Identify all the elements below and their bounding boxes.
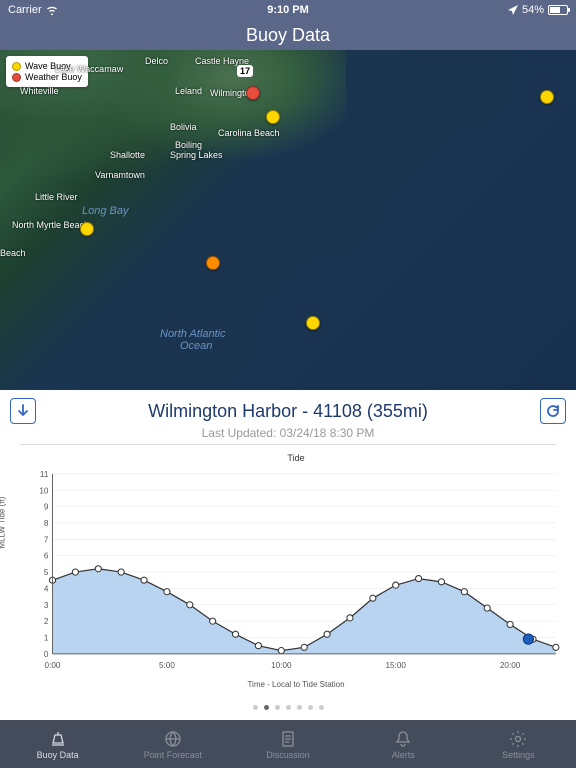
- city-boiling: Boiling: [175, 140, 202, 150]
- svg-text:0: 0: [44, 650, 49, 659]
- ocean-label-longbay: Long Bay: [82, 205, 128, 217]
- tab-label: Settings: [502, 750, 535, 760]
- nav-bar: Buoy Data: [0, 20, 576, 50]
- svg-text:9: 9: [44, 503, 49, 512]
- page-dot[interactable]: [297, 705, 302, 710]
- city-bolivia: Bolivia: [170, 122, 197, 132]
- svg-text:10:00: 10:00: [271, 661, 292, 670]
- page-dot[interactable]: [264, 705, 269, 710]
- tab-discussion[interactable]: Discussion: [230, 720, 345, 768]
- location-icon: [508, 5, 518, 15]
- tab-label: Buoy Data: [37, 750, 79, 760]
- city-carolina: Carolina Beach: [218, 128, 280, 138]
- page-dot[interactable]: [253, 705, 258, 710]
- page-dot[interactable]: [275, 705, 280, 710]
- tab-buoy-data[interactable]: Buoy Data: [0, 720, 115, 768]
- page-dot[interactable]: [286, 705, 291, 710]
- highway-17: 17: [237, 65, 253, 77]
- pagination-dots[interactable]: [0, 699, 576, 714]
- svg-text:15:00: 15:00: [385, 661, 406, 670]
- tide-chart[interactable]: Tide MLLW Tide (ft) 0 1 2 3 4 5 6 7 8 9 10 11 0:00 5:…: [0, 449, 576, 699]
- buoy-icon: [49, 730, 67, 748]
- buoy-wave-2[interactable]: [540, 90, 554, 104]
- svg-text:0:00: 0:00: [45, 661, 61, 670]
- map[interactable]: Wave Buoy Weather Buoy Long Bay North At…: [0, 50, 576, 390]
- bell-icon: [394, 730, 412, 748]
- chart-ylabel: MLLW Tide (ft): [0, 497, 7, 549]
- tab-alerts[interactable]: Alerts: [346, 720, 461, 768]
- station-title: Wilmington Harbor - 41108 (355mi): [148, 401, 428, 422]
- document-icon: [279, 730, 297, 748]
- tab-point-forecast[interactable]: Point Forecast: [115, 720, 230, 768]
- city-littleriver: Little River: [35, 192, 78, 202]
- last-updated: Last Updated: 03/24/18 8:30 PM: [20, 426, 556, 445]
- svg-text:11: 11: [40, 470, 49, 479]
- chart-xlabel: Time - Local to Tide Station: [30, 680, 562, 689]
- svg-text:6: 6: [44, 552, 49, 561]
- city-leland: Leland: [175, 86, 202, 96]
- buoy-wave-1[interactable]: [266, 110, 280, 124]
- tab-bar: Buoy Data Point Forecast Discussion Aler…: [0, 720, 576, 768]
- city-myrtle: North Myrtle Beach: [12, 220, 89, 230]
- clock: 9:10 PM: [267, 4, 309, 16]
- chart-title: Tide: [30, 453, 562, 463]
- buoy-weather-1[interactable]: [246, 86, 260, 100]
- buoy-wave-4[interactable]: [206, 256, 220, 270]
- city-shallotte: Shallotte: [110, 150, 145, 160]
- tab-label: Discussion: [266, 750, 310, 760]
- tab-label: Alerts: [392, 750, 415, 760]
- tab-label: Point Forecast: [144, 750, 202, 760]
- wave-buoy-dot: [12, 62, 21, 71]
- city-beach: Beach: [0, 248, 26, 258]
- page-title: Buoy Data: [246, 25, 330, 46]
- battery-percent: 54%: [522, 4, 544, 16]
- station-header: Wilmington Harbor - 41108 (355mi): [0, 390, 576, 426]
- globe-icon: [164, 730, 182, 748]
- refresh-button[interactable]: [540, 398, 566, 424]
- page-dot[interactable]: [319, 705, 324, 710]
- svg-text:10: 10: [39, 486, 49, 495]
- svg-text:1: 1: [44, 634, 49, 643]
- svg-text:20:00: 20:00: [500, 661, 521, 670]
- status-bar: Carrier 9:10 PM 54%: [0, 0, 576, 20]
- city-varnamtown: Varnamtown: [95, 170, 145, 180]
- svg-text:3: 3: [44, 601, 49, 610]
- city-delco: Delco: [145, 56, 168, 66]
- wifi-icon: [46, 5, 58, 15]
- chart-svg: 0 1 2 3 4 5 6 7 8 9 10 11 0:00 5:00 10:00 15:00 20:00: [30, 465, 562, 675]
- buoy-wave-3[interactable]: [80, 222, 94, 236]
- ocean-label-atlantic1: North Atlantic: [160, 328, 226, 340]
- city-whiteville: Whiteville: [20, 86, 59, 96]
- battery-icon: [548, 5, 568, 15]
- tab-settings[interactable]: Settings: [461, 720, 576, 768]
- svg-text:8: 8: [44, 519, 49, 528]
- svg-text:5: 5: [44, 568, 49, 577]
- svg-text:5:00: 5:00: [159, 661, 175, 670]
- svg-text:4: 4: [44, 584, 49, 593]
- arrow-down-icon: [16, 404, 30, 418]
- svg-text:7: 7: [44, 535, 49, 544]
- city-waccamaw: Lake Waccamaw: [55, 64, 123, 74]
- svg-text:2: 2: [44, 617, 49, 626]
- download-button[interactable]: [10, 398, 36, 424]
- city-springlakes: Spring Lakes: [170, 150, 223, 160]
- weather-buoy-dot: [12, 73, 21, 82]
- refresh-icon: [546, 404, 560, 418]
- ocean-label-atlantic2: Ocean: [180, 340, 212, 352]
- page-dot[interactable]: [308, 705, 313, 710]
- gear-icon: [509, 730, 527, 748]
- buoy-wave-5[interactable]: [306, 316, 320, 330]
- carrier-label: Carrier: [8, 4, 42, 16]
